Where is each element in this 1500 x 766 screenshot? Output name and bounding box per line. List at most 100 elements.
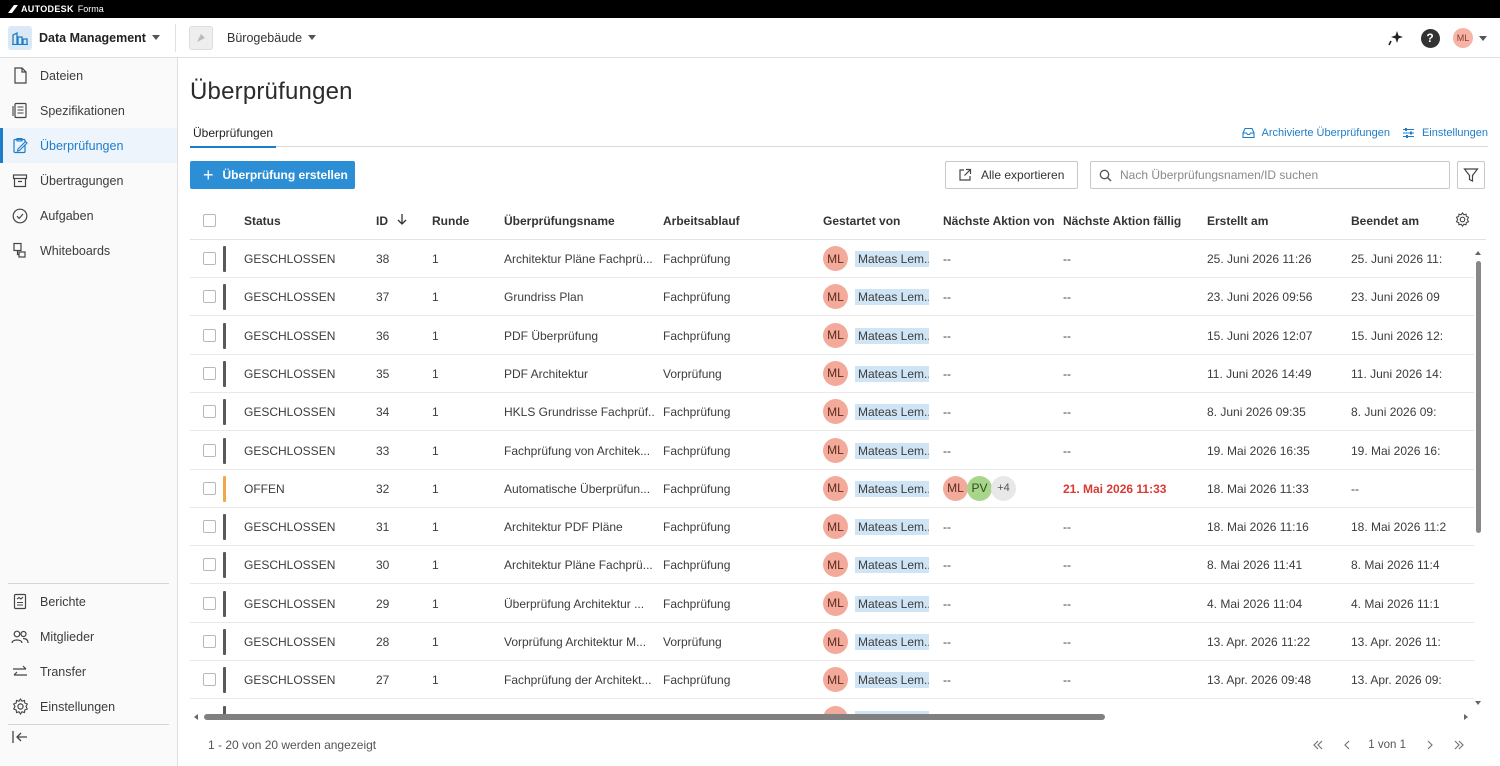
column-next-action-by[interactable]: Nächste Aktion von bbox=[943, 214, 1055, 228]
table-row[interactable]: GESCHLOSSEN 30 1 Architektur Pläne Fachprü.… bbox=[190, 546, 1474, 585]
next-page-button[interactable] bbox=[1419, 734, 1441, 756]
vertical-scrollbar[interactable] bbox=[1474, 251, 1482, 706]
starter-avatar: ML bbox=[823, 667, 848, 693]
sidebar-item-dateien[interactable]: Dateien bbox=[0, 58, 177, 93]
search-input[interactable] bbox=[1120, 168, 1440, 182]
table-row[interactable]: GESCHLOSSEN 34 1 HKLS Grundrisse Fachprüf..… bbox=[190, 393, 1474, 432]
column-round[interactable]: Runde bbox=[432, 214, 469, 228]
sidebar-item-einstellungen[interactable]: Einstellungen bbox=[0, 689, 177, 724]
vertical-scroll-thumb[interactable] bbox=[1476, 261, 1481, 533]
column-settings-button[interactable] bbox=[1455, 211, 1470, 230]
table-row[interactable]: GESCHLOSSEN 31 1 Architektur PDF Pläne Fachp… bbox=[190, 508, 1474, 547]
select-all-checkbox[interactable] bbox=[203, 214, 216, 227]
brand-name: AUTODESK bbox=[21, 4, 74, 14]
filter-button[interactable] bbox=[1457, 161, 1485, 189]
column-workflow[interactable]: Arbeitsablauf bbox=[663, 214, 740, 228]
table-row[interactable]: GESCHLOSSEN 35 1 PDF Architektur Vorprüfung M… bbox=[190, 355, 1474, 393]
starter-avatar: ML bbox=[823, 284, 848, 310]
review-name-link[interactable]: Grundriss Plan bbox=[504, 290, 654, 304]
app-switcher[interactable]: Data Management bbox=[0, 23, 176, 52]
tab-ueberpruefungen[interactable]: Überprüfungen bbox=[190, 126, 277, 148]
sidebar-item-mitglieder[interactable]: Mitglieder bbox=[0, 619, 177, 654]
horizontal-scroll-thumb[interactable] bbox=[204, 714, 1105, 720]
workflow-cell: Fachprüfung bbox=[663, 673, 731, 688]
archived-reviews-link[interactable]: Archivierte Überprüfungen bbox=[1241, 127, 1390, 139]
review-name-link[interactable]: PDF Überprüfung bbox=[504, 329, 654, 343]
review-name-link[interactable]: Automatische Überprüfun... bbox=[504, 482, 654, 496]
row-checkbox[interactable] bbox=[203, 405, 216, 419]
horizontal-scrollbar[interactable] bbox=[192, 712, 1472, 722]
row-checkbox[interactable] bbox=[203, 481, 216, 495]
table-row[interactable]: GESCHLOSSEN 29 1 Überprüfung Architektur ..… bbox=[190, 585, 1474, 623]
sort-down-icon[interactable] bbox=[397, 213, 407, 228]
workflow-cell: Fachprüfung bbox=[663, 252, 731, 266]
page-indicator: 1 von 1 bbox=[1368, 739, 1406, 751]
review-name-link[interactable]: Architektur Pläne Fachprü... bbox=[504, 558, 654, 572]
row-checkbox[interactable] bbox=[203, 520, 216, 534]
first-page-button[interactable] bbox=[1307, 734, 1329, 756]
project-switcher[interactable]: Bürogebäude bbox=[189, 25, 317, 50]
sidebar-item-transfer[interactable]: Transfer bbox=[0, 654, 177, 689]
ai-assistant-button[interactable] bbox=[1382, 24, 1410, 52]
collapse-sidebar-button[interactable] bbox=[11, 728, 31, 748]
row-checkbox[interactable] bbox=[203, 443, 216, 457]
status-cell: GESCHLOSSEN bbox=[244, 596, 336, 611]
review-name-link[interactable]: HKLS Grundrisse Fachprüf... bbox=[504, 405, 654, 419]
table-row[interactable]: GESCHLOSSEN 38 1 Architektur Pläne Fachprü.… bbox=[190, 240, 1474, 278]
column-created[interactable]: Erstellt am bbox=[1207, 214, 1268, 228]
row-checkbox[interactable] bbox=[203, 596, 216, 610]
row-checkbox[interactable] bbox=[203, 635, 216, 648]
last-page-button[interactable] bbox=[1448, 734, 1470, 756]
collapse-left-icon bbox=[12, 731, 27, 743]
sidebar-item-label: Mitglieder bbox=[40, 629, 95, 644]
sidebar-item-berichte[interactable]: Berichte bbox=[0, 584, 177, 619]
review-name-link[interactable]: Fachprüfung von Architek... bbox=[504, 444, 654, 458]
finished-cell: 18. Mai 2026 11:2 bbox=[1351, 520, 1447, 535]
table-row[interactable]: GESCHLOSSEN 36 1 PDF Überprüfung Fachprüfung… bbox=[190, 317, 1474, 355]
user-menu[interactable]: ML bbox=[1450, 24, 1490, 52]
prev-page-button[interactable] bbox=[1336, 734, 1358, 756]
column-status[interactable]: Status bbox=[244, 214, 281, 228]
settings-link[interactable]: Einstellungen bbox=[1402, 127, 1488, 139]
sidebar-item-label: Whiteboards bbox=[40, 243, 111, 258]
next-action-due-cell: -- bbox=[1063, 405, 1071, 420]
table-row[interactable]: GESCHLOSSEN 27 1 Fachprüfung der Architekt.… bbox=[190, 661, 1474, 700]
column-name[interactable]: Überprüfungsname bbox=[504, 214, 615, 228]
create-review-button[interactable]: + Überprüfung erstellen bbox=[190, 161, 355, 189]
sidebar-item-ueberpruefungen[interactable]: Überprüfungen bbox=[0, 128, 177, 163]
column-id[interactable]: ID bbox=[376, 214, 388, 228]
sidebar-item-aufgaben[interactable]: Aufgaben bbox=[0, 198, 177, 233]
column-next-action-due[interactable]: Nächste Aktion fällig bbox=[1063, 214, 1181, 228]
sidebar-item-spezifikationen[interactable]: Spezifikationen bbox=[0, 93, 177, 128]
row-checkbox[interactable] bbox=[203, 328, 216, 342]
table-row[interactable]: GESCHLOSSEN 33 1 Fachprüfung von Architek..… bbox=[190, 432, 1474, 470]
review-name-link[interactable]: Architektur PDF Pläne bbox=[504, 520, 654, 534]
sidebar-item-whiteboards[interactable]: Whiteboards bbox=[0, 233, 177, 268]
next-action-due-cell: -- bbox=[1063, 252, 1071, 266]
table-row[interactable]: GESCHLOSSEN 37 1 Grundriss Plan Fachprüfung M… bbox=[190, 278, 1474, 317]
table-row[interactable]: OFFEN 32 1 Automatische Überprüfun... Fachpr… bbox=[190, 470, 1474, 508]
review-name-link[interactable]: PDF Architektur bbox=[504, 367, 654, 381]
next-action-by-cell: -- bbox=[943, 673, 951, 688]
review-name-link[interactable]: Architektur Pläne Fachprü... bbox=[504, 252, 654, 266]
more-assignees-badge[interactable]: +4 bbox=[991, 475, 1016, 501]
review-name-link[interactable]: Überprüfung Architektur ... bbox=[504, 597, 654, 611]
workflow-cell: Fachprüfung bbox=[663, 405, 731, 420]
row-checkbox[interactable] bbox=[203, 290, 216, 304]
row-checkbox[interactable] bbox=[203, 673, 216, 687]
sidebar-item-uebertragungen[interactable]: Übertragungen bbox=[0, 163, 177, 198]
row-checkbox[interactable] bbox=[203, 366, 216, 380]
export-all-button[interactable]: Alle exportieren bbox=[945, 161, 1078, 189]
finished-cell: 15. Juni 2026 12: bbox=[1351, 328, 1444, 343]
column-finished[interactable]: Beendet am bbox=[1351, 214, 1419, 228]
review-name-link[interactable]: Vorprüfung Architektur M... bbox=[504, 635, 654, 649]
next-action-by-cell: -- bbox=[943, 405, 951, 420]
row-checkbox[interactable] bbox=[203, 252, 216, 265]
status-cell: GESCHLOSSEN bbox=[244, 366, 336, 381]
review-name-link[interactable]: Fachprüfung der Architekt... bbox=[504, 673, 654, 687]
table-row[interactable]: GESCHLOSSEN 28 1 Vorprüfung Architektur M..… bbox=[190, 623, 1474, 661]
help-button[interactable]: ? bbox=[1416, 24, 1444, 52]
row-checkbox[interactable] bbox=[203, 558, 216, 572]
column-started-by[interactable]: Gestartet von bbox=[823, 214, 900, 228]
next-action-avatar: PV bbox=[967, 475, 992, 501]
